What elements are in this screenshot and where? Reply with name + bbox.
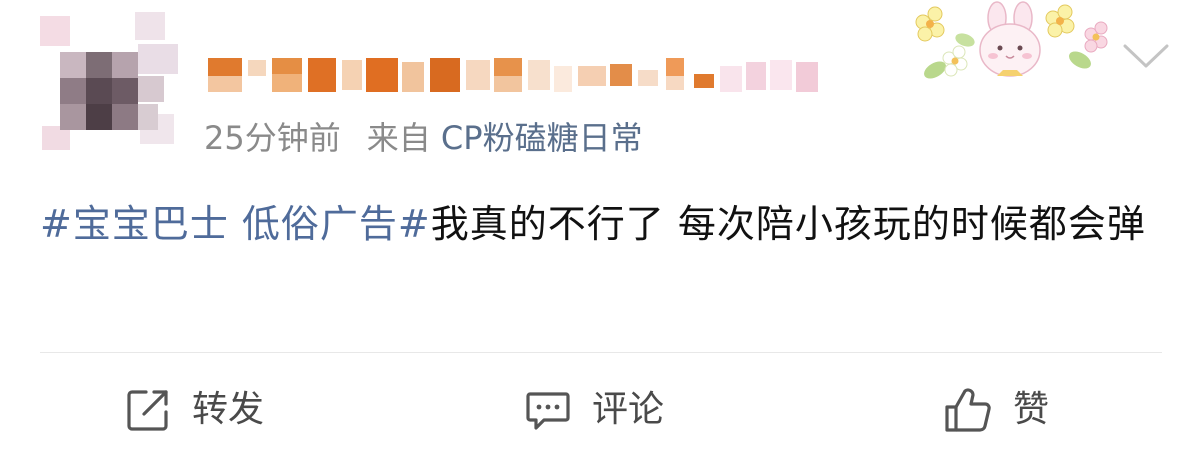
avatar[interactable] — [40, 6, 180, 156]
share-icon — [124, 386, 172, 434]
hashtag-link[interactable]: #宝宝巴士 低俗广告# — [40, 202, 431, 246]
post-time: 25分钟前 — [204, 119, 341, 157]
post-content: #宝宝巴士 低俗广告#我真的不行了 每次陪小孩玩的时候都会弹 — [40, 192, 1150, 256]
share-label: 转发 — [192, 389, 265, 430]
divider — [40, 352, 1162, 353]
post-meta: 25分钟前 来自 CP粉磕糖日常 — [204, 116, 643, 160]
comment-button[interactable]: 评论 — [524, 384, 664, 436]
post-text: 我真的不行了 每次陪小孩玩的时候都会弹 — [430, 202, 1146, 246]
comment-label: 评论 — [592, 389, 665, 430]
share-button[interactable]: 转发 — [124, 384, 264, 436]
source-name[interactable]: CP粉磕糖日常 — [441, 119, 643, 157]
chevron-down-icon[interactable] — [1121, 38, 1171, 72]
like-button[interactable]: 赞 — [943, 384, 1049, 436]
comment-icon — [524, 386, 572, 434]
username[interactable] — [208, 56, 820, 96]
source-prefix: 来自 — [366, 119, 431, 157]
like-label: 赞 — [1013, 389, 1050, 430]
thumbs-up-icon — [943, 385, 993, 435]
card-decoration — [905, 0, 1115, 90]
